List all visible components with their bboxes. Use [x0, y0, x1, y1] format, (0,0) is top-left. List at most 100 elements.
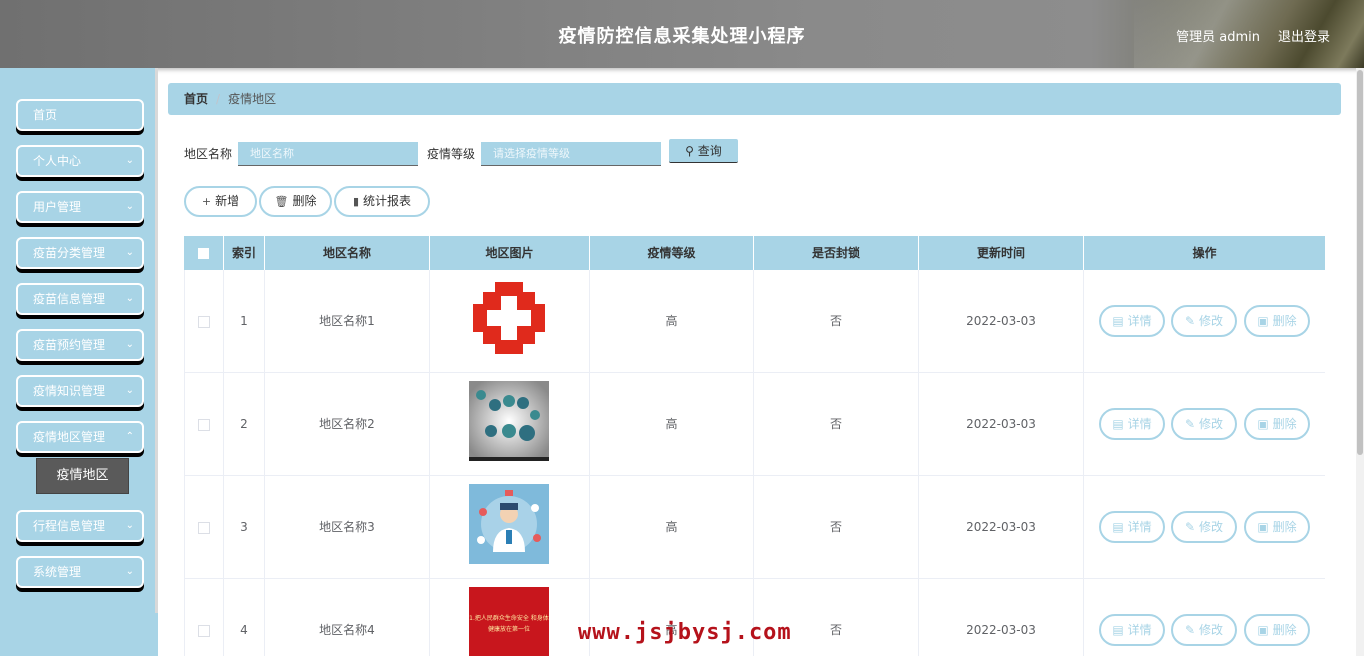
breadcrumb-home[interactable]: 首页	[184, 92, 208, 106]
chevron-up-icon: ⌃	[125, 431, 134, 442]
detail-button[interactable]: ▤ 详情	[1099, 408, 1165, 440]
medical-icons-circle	[469, 381, 549, 461]
select-all-checkbox[interactable]	[198, 248, 209, 259]
trash-icon: ▣	[1257, 520, 1269, 534]
delete-button[interactable]: ▣ 删除	[1244, 511, 1310, 543]
row-checkbox[interactable]	[198, 315, 210, 328]
trash-icon: ▣	[1257, 314, 1269, 328]
batch-delete-button[interactable]: 🗑︎ 删除	[259, 186, 332, 217]
detail-button[interactable]: ▤ 详情	[1099, 614, 1165, 646]
sidebar-item-personal-center[interactable]: 个人中心 ⌄	[16, 145, 144, 177]
column-header-locked: 是否封锁	[754, 236, 919, 270]
report-button[interactable]: ▮ 统计报表	[334, 186, 430, 217]
row-checkbox-cell	[184, 476, 224, 578]
updated-cell: 2022-03-03	[919, 270, 1084, 372]
updated-cell: 2022-03-03	[919, 476, 1084, 578]
delete-button[interactable]: ▣ 删除	[1244, 408, 1310, 440]
edit-button[interactable]: ✎ 修改	[1171, 305, 1237, 337]
chevron-down-icon: ⌄	[125, 247, 134, 258]
column-header-level: 疫情等级	[590, 236, 754, 270]
sidebar-item-vaccine-info[interactable]: 疫苗信息管理 ⌄	[16, 283, 144, 315]
chevron-down-icon: ⌄	[125, 155, 134, 166]
chevron-down-icon: ⌄	[125, 520, 134, 531]
breadcrumb-separator: /	[216, 92, 221, 106]
detail-button-label: 详情	[1127, 623, 1152, 637]
column-header-actions: 操作	[1192, 246, 1217, 260]
column-header-image: 地区图片	[430, 236, 590, 270]
sidebar-item-epidemic-knowledge[interactable]: 疫情知识管理 ⌄	[16, 375, 144, 407]
row-checkbox[interactable]	[198, 521, 210, 534]
trash-icon: ▣	[1257, 623, 1269, 637]
page-scrollbar[interactable]	[1356, 68, 1364, 656]
scrollbar-thumb[interactable]	[1357, 70, 1363, 455]
edit-icon: ✎	[1185, 623, 1196, 637]
sidebar-item-user-management[interactable]: 用户管理 ⌄	[16, 191, 144, 223]
bar-chart-icon: ▮	[352, 195, 360, 208]
header-checkbox-cell	[184, 236, 224, 270]
sidebar-item-itinerary[interactable]: 行程信息管理 ⌄	[16, 510, 144, 542]
sidebar-item-vaccine-category[interactable]: 疫苗分类管理 ⌄	[16, 237, 144, 269]
sidebar-item-label: 疫苗预约管理	[33, 338, 106, 352]
level-cell: 高	[590, 373, 754, 475]
locked-cell: 否	[754, 270, 919, 372]
image-cell	[430, 270, 590, 372]
document-icon: ▤	[1112, 520, 1124, 534]
edit-button-label: 修改	[1198, 314, 1223, 328]
current-user: 管理员 admin	[1176, 30, 1260, 45]
query-button[interactable]: ⚲ 查询	[669, 139, 738, 163]
table-header: 索引 地区名称 地区图片 疫情等级 是否封锁 更新时间 操作	[184, 236, 1325, 270]
updated-cell: 2022-03-03	[919, 579, 1084, 656]
area-table: 索引 地区名称 地区图片 疫情等级 是否封锁 更新时间 操作 1 地区名称1 高…	[184, 236, 1325, 656]
sidebar-item-label: 个人中心	[33, 154, 82, 168]
delete-button-label: 删除	[1272, 623, 1297, 637]
edit-icon: ✎	[1185, 417, 1196, 431]
level-label: 疫情等级	[427, 147, 476, 161]
column-header-name: 地区名称	[265, 236, 430, 270]
edit-button[interactable]: ✎ 修改	[1171, 614, 1237, 646]
chevron-down-icon: ⌄	[125, 339, 134, 350]
delete-button[interactable]: ▣ 删除	[1244, 614, 1310, 646]
delete-button-label: 删除	[292, 194, 317, 208]
breadcrumb-current: 疫情地区	[228, 92, 277, 106]
detail-button[interactable]: ▤ 详情	[1099, 305, 1165, 337]
submenu-epidemic-area[interactable]: 疫情地区	[36, 458, 129, 494]
app-title: 疫情防控信息采集处理小程序	[558, 26, 806, 47]
row-actions: ▤ 详情 ✎ 修改 ▣ 删除	[1084, 373, 1325, 475]
edit-button[interactable]: ✎ 修改	[1171, 408, 1237, 440]
breadcrumb: 首页 / 疫情地区	[168, 83, 1341, 115]
level-cell: 高	[590, 270, 754, 372]
sidebar-item-label: 疫苗分类管理	[33, 246, 106, 260]
edit-icon: ✎	[1185, 520, 1196, 534]
sidebar-item-epidemic-area[interactable]: 疫情地区管理 ⌃	[16, 421, 144, 453]
sidebar-item-vaccine-booking[interactable]: 疫苗预约管理 ⌄	[16, 329, 144, 361]
logout-link[interactable]: 退出登录	[1278, 26, 1330, 45]
index-cell: 2	[224, 373, 265, 475]
sidebar-item-label: 疫情地区管理	[33, 430, 106, 444]
sidebar-item-label: 疫苗信息管理	[33, 292, 106, 306]
area-name-input[interactable]	[238, 142, 418, 166]
image-cell	[430, 476, 590, 578]
name-cell: 地区名称3	[265, 476, 430, 578]
row-checkbox[interactable]	[198, 624, 210, 637]
trash-icon: 🗑︎	[274, 195, 289, 208]
sidebar-item-system[interactable]: 系统管理 ⌄	[16, 556, 144, 588]
delete-button[interactable]: ▣ 删除	[1244, 305, 1310, 337]
level-cell: 高	[590, 476, 754, 578]
detail-button[interactable]: ▤ 详情	[1099, 511, 1165, 543]
edit-button[interactable]: ✎ 修改	[1171, 511, 1237, 543]
report-button-label: 统计报表	[363, 194, 412, 208]
sidebar-item-label: 疫情知识管理	[33, 384, 106, 398]
level-select[interactable]	[481, 142, 661, 166]
add-button[interactable]: + 新增	[184, 186, 257, 217]
sidebar-item-home[interactable]: 首页	[16, 99, 144, 131]
sidebar-item-label: 首页	[33, 108, 58, 122]
red-banner: 1.把人民群众生命安全 和身体健康放在第一位	[469, 587, 549, 656]
edit-button-label: 修改	[1198, 417, 1223, 431]
sidebar-scrollbar[interactable]	[155, 68, 158, 613]
chevron-down-icon: ⌄	[125, 201, 134, 212]
row-checkbox[interactable]	[198, 418, 210, 431]
edit-button-label: 修改	[1198, 520, 1223, 534]
index-cell: 4	[224, 579, 265, 656]
query-button-label: 查询	[697, 144, 722, 158]
row-checkbox-cell	[184, 270, 224, 372]
